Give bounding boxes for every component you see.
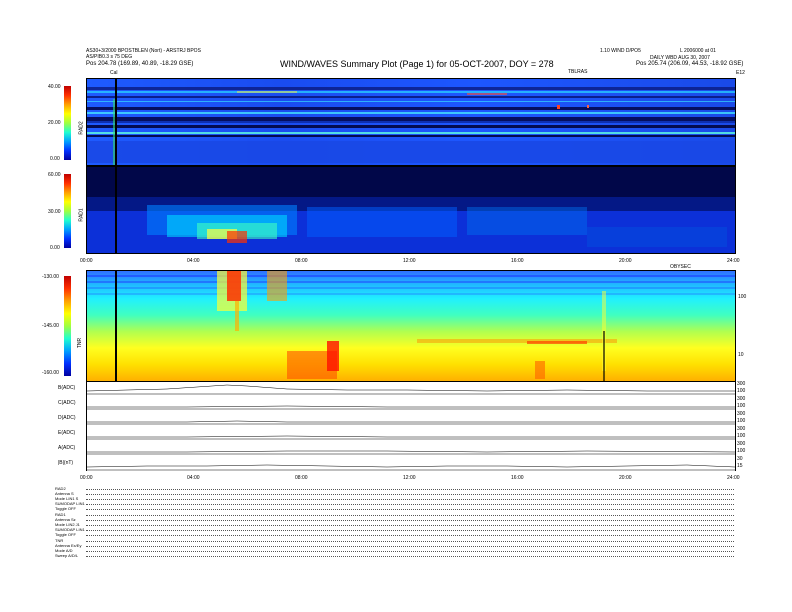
- stack-right-a-lo: 100: [737, 448, 746, 454]
- param-dotted-8: [86, 530, 734, 531]
- line-stack: [86, 381, 736, 471]
- corner-right-label: E12: [736, 70, 745, 76]
- tnr-ylabel: TNR: [77, 337, 84, 349]
- stack-xtick-2: 08:00: [295, 475, 308, 481]
- rad1-spectrogram: [86, 166, 736, 254]
- rad1-ylabel: RAD1: [78, 208, 85, 222]
- page-title: WIND/WAVES Summary Plot (Page 1) for 05-…: [280, 59, 554, 69]
- rad2-spectrogram: [86, 78, 736, 166]
- rad2-colorbar: [64, 86, 71, 160]
- cal-marker: Cal: [110, 70, 118, 76]
- header-right-position: Pos 205.74 (206.09, 44.53, -18.92 GSE): [636, 61, 744, 67]
- tnr-ytick-bottom: -160.00: [42, 370, 59, 376]
- param-dotted-10: [86, 541, 734, 542]
- stack-right-bmag-lo: 15: [737, 463, 743, 469]
- tnr-right-tick-100: 100: [738, 294, 747, 300]
- param-dotted-7: [86, 525, 734, 526]
- rad2-ytick-bottom: 0.00: [50, 156, 60, 162]
- param-dotted-12: [86, 551, 734, 552]
- rad1-heatmap-svg: [87, 167, 735, 253]
- tnr-heatmap-svg: [87, 271, 735, 381]
- rad1-xtick-3: 12:00: [403, 258, 416, 264]
- stack-label-a: A(ADC): [58, 445, 76, 451]
- stack-label-d: D(ADC): [58, 415, 76, 421]
- header-left-line2: AS/PIB0.3 s 75 DEG: [86, 54, 133, 60]
- stack-label-c: C(ADC): [58, 400, 76, 406]
- tnr-colorbar: [64, 276, 71, 376]
- tnr-right-tick-10: 10: [738, 352, 744, 358]
- param-dotted-9: [86, 535, 734, 536]
- stack-label-bmag: |B|(nT): [58, 460, 74, 466]
- rad1-xtick-0: 00:00: [80, 258, 93, 264]
- param-dotted-0: [86, 489, 734, 490]
- rad2-ytick-mid: 20.00: [48, 120, 61, 126]
- param-dotted-2: [86, 499, 734, 500]
- stack-xtick-0: 00:00: [80, 475, 93, 481]
- rad1-ytick-top: 60.00: [48, 172, 61, 178]
- tnr-spectrogram: [86, 270, 736, 382]
- param-dotted-5: [86, 515, 734, 516]
- stack-right-bmag-hi: 30: [737, 456, 743, 462]
- stack-xtick-5: 20:00: [619, 475, 632, 481]
- stack-right-d-hi: 300: [737, 411, 746, 417]
- stack-right-e-hi: 300: [737, 426, 746, 432]
- stack-right-c-lo: 100: [737, 403, 746, 409]
- header-right-line2: L 2006000 at 01: [680, 48, 716, 54]
- rad1-xtick-5: 20:00: [619, 258, 632, 264]
- header-right-line1: 1.10 WIND D/PO5: [600, 48, 641, 54]
- param-dotted-6: [86, 520, 734, 521]
- stack-xtick-1: 04:00: [187, 475, 200, 481]
- param-dotted-4: [86, 509, 734, 510]
- param-dotted-3: [86, 504, 734, 505]
- stack-right-d-lo: 100: [737, 418, 746, 424]
- tnr-ytick-top: -130.00: [42, 274, 59, 280]
- rad1-colorbar: [64, 174, 71, 248]
- stack-xtick-6: 24:00: [727, 475, 740, 481]
- stack-label-b: B(ADC): [58, 385, 76, 391]
- param-line-9: Toggle OFF: [55, 532, 76, 537]
- rad1-xtick-1: 04:00: [187, 258, 200, 264]
- stack-xtick-3: 12:00: [403, 475, 416, 481]
- param-line-4: Toggle OFF: [55, 506, 76, 511]
- header-left-position: Pos 204.78 (169.89, 40.89, -18.29 GSE): [86, 61, 194, 67]
- stack-right-c-hi: 300: [737, 396, 746, 402]
- param-dotted-1: [86, 494, 734, 495]
- stack-xtick-4: 16:00: [511, 475, 524, 481]
- stack-right-b-lo: 100: [737, 388, 746, 394]
- rad1-xtick-4: 16:00: [511, 258, 524, 264]
- rad1-xtick-2: 08:00: [295, 258, 308, 264]
- stack-right-b-hi: 300: [737, 381, 746, 387]
- rad2-ylabel: RAD2: [78, 121, 85, 135]
- stack-label-e: E(ADC): [58, 430, 76, 436]
- param-line-13: Sweep A/D/L: [55, 553, 79, 558]
- rad2-heatmap-svg: [87, 79, 735, 165]
- rad1-ytick-bottom: 0.00: [50, 245, 60, 251]
- rad2-ytick-top: 40.00: [48, 84, 61, 90]
- tnr-ytick-mid: -145.00: [42, 323, 59, 329]
- param-dotted-13: [86, 556, 734, 557]
- line-stack-svg: [87, 381, 735, 471]
- stack-right-a-hi: 300: [737, 441, 746, 447]
- param-dotted-11: [86, 546, 734, 547]
- rad1-ytick-mid: 30.00: [48, 209, 61, 215]
- header-right-label: TBLRAS: [568, 69, 588, 75]
- rad1-xtick-6: 24:00: [727, 258, 740, 264]
- stack-right-e-lo: 100: [737, 433, 746, 439]
